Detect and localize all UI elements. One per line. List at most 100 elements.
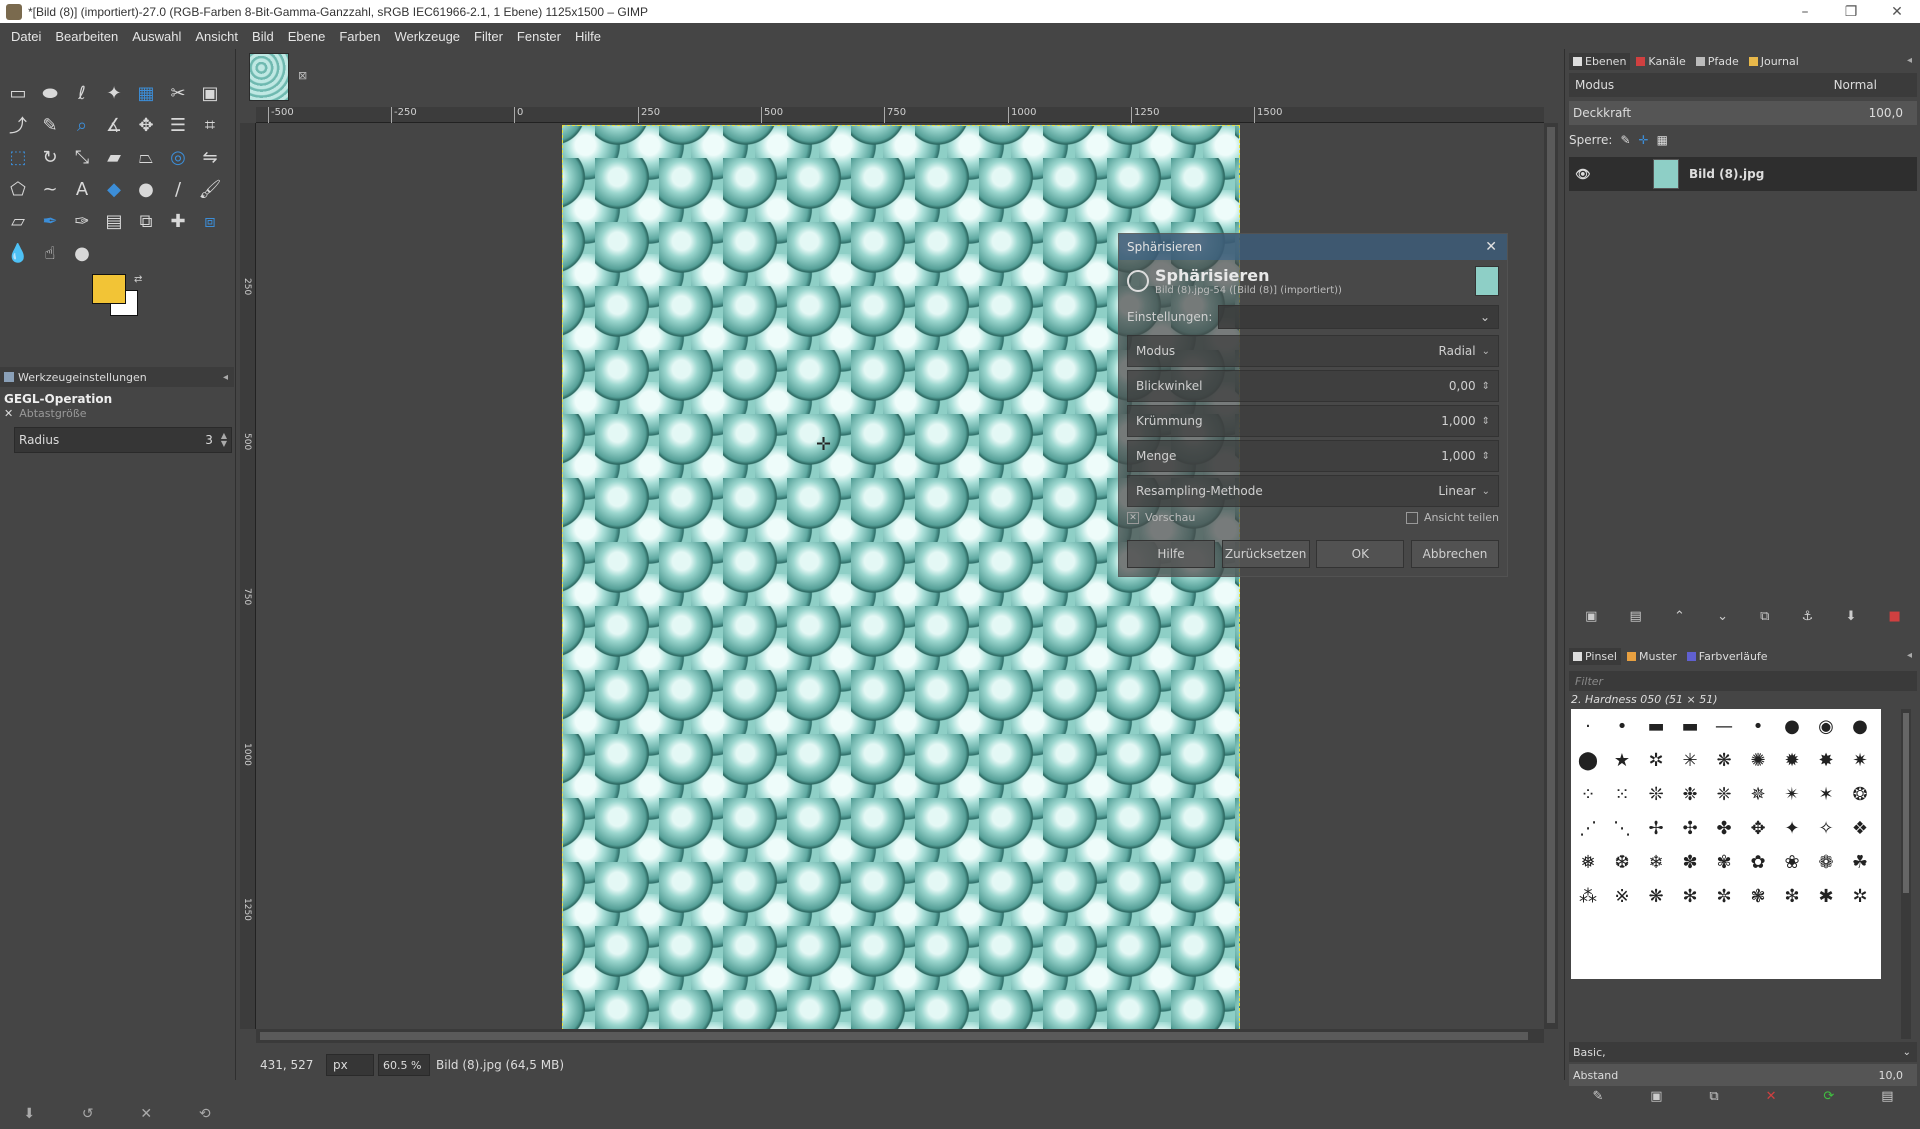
brush-preset-item[interactable]: ✿ (1741, 845, 1775, 879)
tab-gradients[interactable]: Farbverläufe (1683, 648, 1772, 665)
angle-spinbox[interactable]: Blickwinkel 0,00 ⇕ (1127, 370, 1499, 402)
delete-layer-icon[interactable]: ■ (1889, 609, 1901, 631)
pencil-icon[interactable]: / (162, 173, 194, 205)
flip-icon[interactable]: ⇋ (194, 141, 226, 173)
brush-preset-item[interactable]: ❊ (1639, 777, 1673, 811)
tab-layers[interactable]: Ebenen (1569, 52, 1631, 70)
menu-fenster[interactable]: Fenster (510, 29, 568, 44)
brush-preset-item[interactable]: — (1707, 709, 1741, 743)
align-icon[interactable]: ☰ (162, 109, 194, 141)
scale-icon[interactable]: ⤡ (66, 141, 98, 173)
brush-preset-item[interactable]: ❇ (1775, 879, 1809, 913)
brush-preset-item[interactable]: ❁ (1809, 845, 1843, 879)
minimize-button[interactable]: – (1782, 0, 1828, 23)
unified-transform-icon[interactable]: ⬚ (2, 141, 34, 173)
sample-size-row[interactable]: ✕ Abtastgröße (4, 407, 87, 420)
tab-paths[interactable]: Pfade (1692, 53, 1743, 70)
brush-preset-item[interactable]: ⋱ (1605, 811, 1639, 845)
perspective-icon[interactable]: ⏢ (130, 141, 162, 173)
scissors-icon[interactable]: ✂ (162, 77, 194, 109)
menu-ebene[interactable]: Ebene (281, 29, 333, 44)
maximize-button[interactable]: ❐ (1828, 0, 1874, 23)
brush-preset-item[interactable]: ❉ (1673, 777, 1707, 811)
dock-menu-icon[interactable]: ◂ (1907, 650, 1912, 661)
brush-preset-item[interactable]: ● (1843, 709, 1877, 743)
tab-journal[interactable]: Journal (1745, 53, 1803, 70)
brush-preset-item[interactable]: ✺ (1741, 743, 1775, 777)
ellipse-select-icon[interactable]: ⬬ (34, 77, 66, 109)
brush-preset-item[interactable]: • (1605, 709, 1639, 743)
menu-datei[interactable]: Datei (4, 29, 48, 44)
layer-mode-select[interactable]: Modus Normal (1569, 73, 1917, 97)
eraser-icon[interactable]: ▱ (2, 205, 34, 237)
brush-preset-item[interactable]: ✻ (1673, 879, 1707, 913)
brush-preset-item[interactable]: ⁘ (1571, 777, 1605, 811)
brush-preset-item[interactable]: ❅ (1571, 845, 1605, 879)
brush-preset-item[interactable]: ※ (1605, 879, 1639, 913)
brush-preset-item[interactable]: ❆ (1605, 845, 1639, 879)
brush-preset-item[interactable]: ✳ (1673, 743, 1707, 777)
zoom-icon[interactable]: ⌕ (66, 109, 98, 141)
brush-preset-item[interactable]: ✼ (1707, 879, 1741, 913)
unit-select[interactable]: px (326, 1054, 374, 1076)
bucket-fill-icon[interactable]: ◆ (98, 173, 130, 205)
lock-pixels-icon[interactable]: ✎ (1620, 133, 1630, 147)
spin-arrows-icon[interactable]: ⇕ (1482, 381, 1490, 392)
edit-brush-icon[interactable]: ✎ (1592, 1089, 1603, 1111)
split-view-toggle[interactable]: Ansicht teilen (1405, 511, 1499, 524)
brush-preset-item[interactable]: ✢ (1639, 811, 1673, 845)
brush-preset-item[interactable]: ✥ (1741, 811, 1775, 845)
split-view-checkbox[interactable] (1405, 511, 1418, 524)
brush-preset-item[interactable]: ❂ (1843, 777, 1877, 811)
brush-preset-item[interactable]: ✾ (1707, 845, 1741, 879)
text-icon[interactable]: A (66, 173, 98, 205)
menu-werkzeuge[interactable]: Werkzeuge (388, 29, 468, 44)
brush-preset-item[interactable]: ✱ (1809, 879, 1843, 913)
brush-preset-item[interactable]: ✲ (1843, 879, 1877, 913)
select-by-color-icon[interactable]: ▦ (130, 77, 162, 109)
brush-grid[interactable]: · • ▬ ▬ — • ● ◉ ● ⬤ ★ ✲ ✳ ❋ ✺ ✹ ✸ ✷ ⁘ ⁙ ❊ ❉ ❈ ✵ ✴ ✶ ❂ ⋰ ⋱ ✢ ✣ ✤ ✥ ✦ ✧ ❖ ❅ ❆ ❄ ✽… (1571, 709, 1881, 979)
dock-menu-icon[interactable]: ◂ (1907, 55, 1912, 66)
zoom-select[interactable]: 60.5 % (378, 1054, 430, 1076)
fg-bg-colors[interactable]: ⇄ (92, 274, 148, 320)
duplicate-layer-icon[interactable]: ⧉ (1760, 609, 1769, 631)
brush-preset-item[interactable]: ★ (1605, 743, 1639, 777)
settings-combo[interactable]: ⌄ (1218, 305, 1499, 329)
brush-preset-item[interactable]: ❀ (1775, 845, 1809, 879)
foreground-color-swatch[interactable] (92, 274, 126, 304)
brush-preset-item[interactable]: ✹ (1775, 743, 1809, 777)
brush-preset-item[interactable]: ✤ (1707, 811, 1741, 845)
preview-checkbox[interactable]: ✕ (1127, 511, 1139, 524)
mypaint-icon[interactable]: ▤ (98, 205, 130, 237)
horizontal-ruler[interactable]: -500 -250 0 250 500 750 1000 1250 1500 (256, 107, 1544, 123)
fuzzy-select-icon[interactable]: ✦ (98, 77, 130, 109)
brush-preset-item[interactable]: ◉ (1809, 709, 1843, 743)
radius-spinbox[interactable]: Radius 3 ▲ ▼ (14, 427, 232, 453)
raise-layer-icon[interactable]: ⌃ (1674, 609, 1685, 631)
measure-icon[interactable]: ∡ (98, 109, 130, 141)
brush-preset-item[interactable]: ✣ (1673, 811, 1707, 845)
brush-scroll-thumb[interactable] (1903, 713, 1909, 893)
brush-preset-item[interactable]: ❖ (1843, 811, 1877, 845)
cage-icon[interactable]: ⬠ (2, 173, 34, 205)
lock-position-icon[interactable]: ✛ (1639, 133, 1649, 147)
restore-options-icon[interactable]: ↺ (82, 1106, 94, 1122)
3d-transform-icon[interactable]: ◎ (162, 141, 194, 173)
new-layer-icon[interactable]: ▣ (1585, 609, 1597, 631)
paths-icon[interactable]: ⤴ (2, 109, 34, 141)
spin-arrows-icon[interactable]: ⇕ (1482, 416, 1490, 427)
lock-alpha-icon[interactable]: ▦ (1657, 133, 1668, 147)
brush-preset-item[interactable]: ✷ (1843, 743, 1877, 777)
reset-options-icon[interactable]: ⟲ (199, 1106, 211, 1122)
refresh-brushes-icon[interactable]: ⟳ (1823, 1089, 1834, 1111)
brush-preset-item[interactable]: ☘ (1843, 845, 1877, 879)
ink-icon[interactable]: ✑ (66, 205, 98, 237)
anchor-layer-icon[interactable]: ⚓ (1802, 609, 1814, 631)
horizontal-scroll-thumb[interactable] (260, 1032, 1528, 1040)
menu-bild[interactable]: Bild (245, 29, 281, 44)
shear-icon[interactable]: ▰ (98, 141, 130, 173)
rect-select-icon[interactable]: ▭ (2, 77, 34, 109)
brush-preset-item[interactable]: ✴ (1775, 777, 1809, 811)
image-tab-thumbnail[interactable] (249, 53, 289, 101)
merge-layer-icon[interactable]: ⬇ (1845, 609, 1856, 631)
